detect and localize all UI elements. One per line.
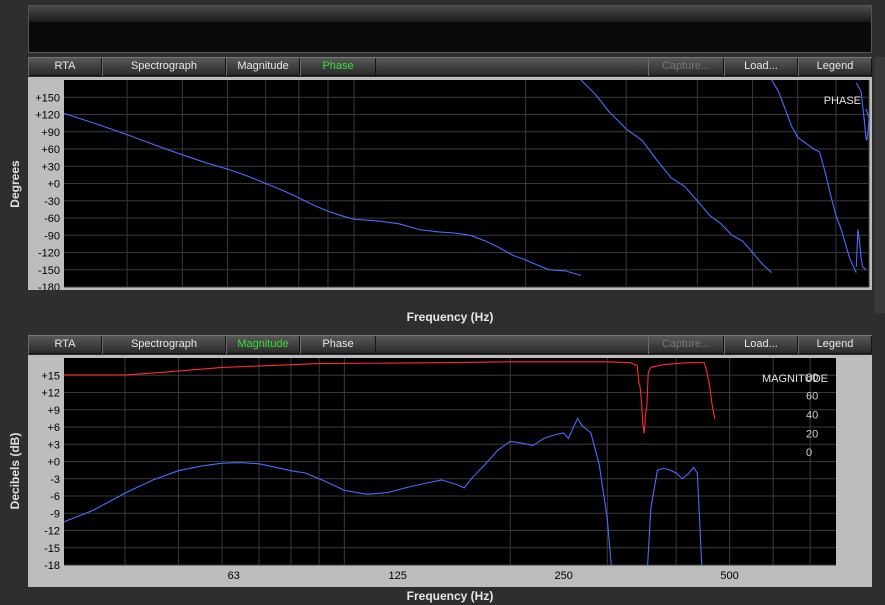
- x-tick-label: 125: [389, 570, 407, 582]
- y2-tick-label: 40: [806, 409, 818, 421]
- y-tick-label: +3: [47, 439, 60, 451]
- y-tick-label: -30: [44, 196, 60, 208]
- load-button-magnitude[interactable]: Load...: [724, 336, 798, 354]
- y-tick-label: -15: [44, 543, 60, 555]
- tab-magnitude-phase[interactable]: Magnitude: [226, 58, 300, 76]
- y-tick-label: -18: [44, 560, 60, 572]
- tab-magnitude-magnitude[interactable]: Magnitude: [226, 336, 300, 354]
- y-tick-label: +60: [41, 144, 60, 156]
- tab-rta-magnitude[interactable]: RTA: [28, 336, 102, 354]
- legend-button-magnitude[interactable]: Legend: [798, 336, 872, 354]
- tab-spectrograph-magnitude[interactable]: Spectrograph: [102, 336, 226, 354]
- right-scroll-edge: [875, 57, 885, 313]
- top-display-strip: [29, 6, 871, 22]
- magnitude-tab-bar: RTA Spectrograph Magnitude Phase Capture... L…: [28, 335, 872, 354]
- y-tick-label: -9: [50, 508, 60, 520]
- magnitude-y-axis-label: Decibels (dB): [8, 432, 22, 510]
- phase-chart: +150 +120 +90 +60 +30 +0 -30 -60 -90 -120 -150 -180…: [35, 80, 870, 290]
- chart-title: PHASE: [824, 95, 861, 107]
- legend-button-phase[interactable]: Legend: [798, 58, 872, 76]
- y-tick-label: +9: [47, 405, 60, 417]
- magnitude-plot-frame: +15 +12 +9 +6 +3 +0 -3 -6 -9 -12 -15 -18 63 125 250 500…: [28, 355, 872, 587]
- magnitude-x-axis-label: Frequency (Hz): [406, 589, 494, 603]
- y-tick-label: -12: [44, 526, 60, 538]
- y-tick-label: +12: [41, 388, 60, 400]
- tab-spectrograph-phase[interactable]: Spectrograph: [102, 58, 226, 76]
- tab-phase-magnitude[interactable]: Phase: [300, 336, 376, 354]
- y-tick-label: -60: [44, 213, 60, 225]
- magnitude-chart: +15 +12 +9 +6 +3 +0 -3 -6 -9 -12 -15 -18 63 125 250 500…: [41, 358, 836, 582]
- y-tick-label: +120: [35, 110, 60, 122]
- chart-title: MAGNITUDE: [762, 373, 828, 385]
- capture-button-phase[interactable]: Capture...: [648, 58, 724, 76]
- y-tick-label: -120: [38, 248, 60, 260]
- phase-plot-frame: +150 +120 +90 +60 +30 +0 -30 -60 -90 -120 -150 -180…: [28, 77, 872, 290]
- x-tick-label: 250: [554, 570, 572, 582]
- y-tick-label: -3: [50, 474, 60, 486]
- y2-tick-label: 60: [806, 391, 818, 403]
- y-tick-label: +0: [47, 457, 60, 469]
- y-tick-label: +30: [41, 161, 60, 173]
- tab-phase-phase[interactable]: Phase: [300, 58, 376, 76]
- phase-tab-bar: RTA Spectrograph Magnitude Phase Capture... L…: [28, 57, 872, 76]
- x-tick-label: 500: [720, 570, 738, 582]
- y-tick-label: +15: [41, 370, 60, 382]
- capture-button-magnitude[interactable]: Capture...: [648, 336, 724, 354]
- y-tick-label: +150: [35, 92, 60, 104]
- y-tick-label: -90: [44, 230, 60, 242]
- x-tick-label: 63: [228, 570, 240, 582]
- tab-rta-phase[interactable]: RTA: [28, 58, 102, 76]
- phase-x-axis-label: Frequency (Hz): [406, 310, 494, 324]
- phase-y-axis-label: Degrees: [8, 159, 22, 208]
- y-tick-label: +6: [47, 422, 60, 434]
- y-tick-label: +0: [47, 179, 60, 191]
- y-tick-label: +90: [41, 127, 60, 139]
- y2-tick-label: 20: [806, 428, 818, 440]
- y2-tick-label: 0: [806, 447, 812, 459]
- y-tick-label: -150: [38, 265, 60, 277]
- top-display-bar: [28, 5, 872, 53]
- y-tick-label: -180: [38, 282, 60, 290]
- y-tick-label: -6: [50, 491, 60, 503]
- load-button-phase[interactable]: Load...: [724, 58, 798, 76]
